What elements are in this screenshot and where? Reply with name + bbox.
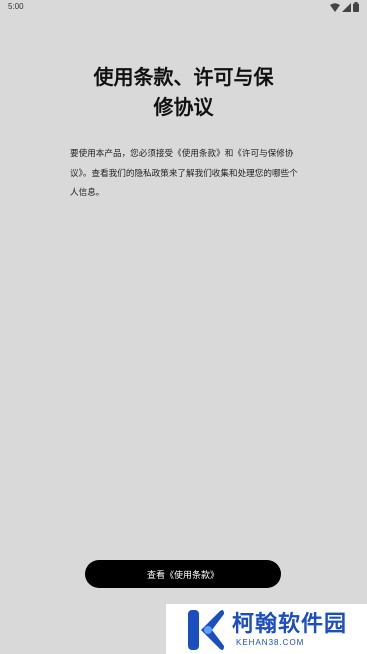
page-title-line-2: 修协议	[153, 95, 214, 119]
signal-icon	[342, 2, 351, 12]
page-title-line-1: 使用条款、许可与保	[93, 65, 274, 89]
battery-icon	[353, 2, 359, 12]
terms-description: 要使用本产品，您必须接受《使用条款》和《许可与保修协议》。查看我们的隐私政策来了…	[70, 149, 298, 198]
status-time: 5:00	[8, 2, 24, 11]
watermark-domain: KEHAN38.COM	[236, 638, 305, 647]
wifi-icon	[330, 2, 340, 12]
watermark: 柯翰软件园 KEHAN38.COM	[166, 604, 367, 654]
watermark-brand: 柯翰软件园	[232, 612, 348, 637]
status-icons	[330, 2, 359, 12]
page-title: 使用条款、许可与保 修协议	[0, 62, 367, 122]
status-bar: 5:00	[0, 0, 367, 16]
view-terms-button[interactable]: 查看《使用条款》	[85, 560, 281, 588]
kehan-logo-icon	[188, 610, 224, 650]
